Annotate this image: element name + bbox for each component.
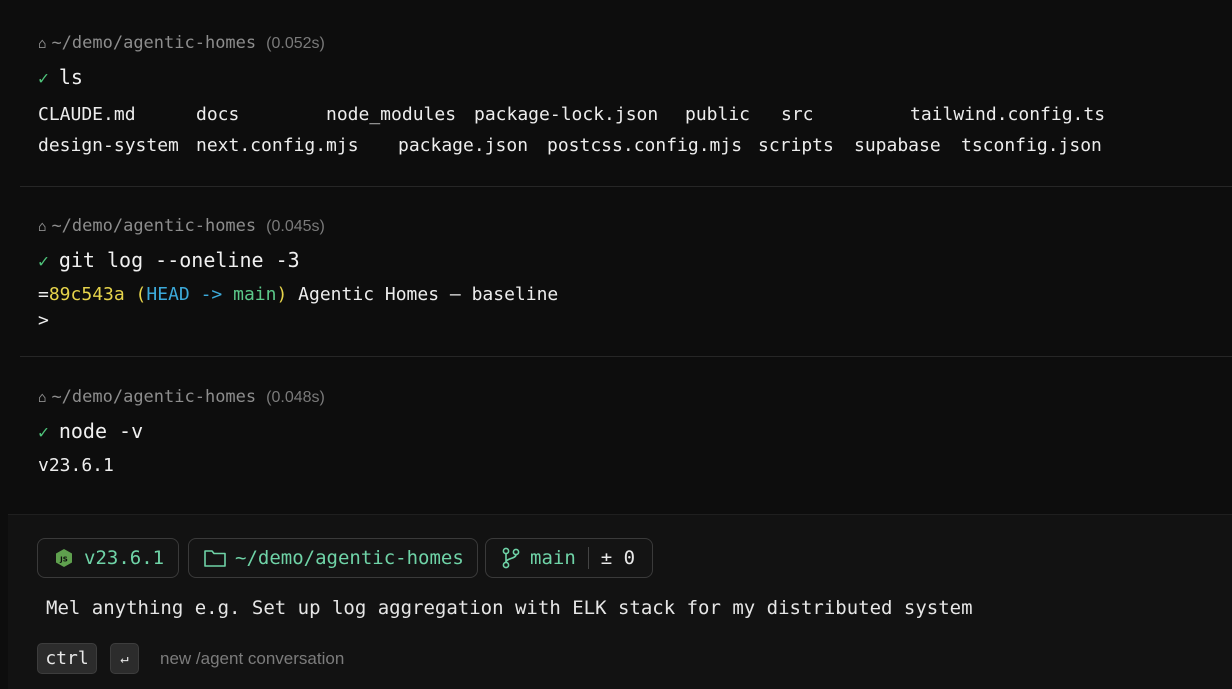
ls-entry: package-lock.json [474, 104, 659, 125]
command-line: ✓ git log --oneline -3 [38, 248, 300, 272]
command-text: node -v [58, 419, 144, 443]
command-duration: (0.048s) [266, 389, 325, 406]
branch-name: main [530, 547, 576, 569]
prompt-line: ⌂ ~/demo/agentic-homes (0.048s) [38, 387, 325, 407]
folder-icon [204, 550, 226, 567]
check-icon: ✓ [38, 422, 49, 443]
home-icon: ⌂ [38, 36, 47, 52]
block-divider [20, 356, 1232, 357]
command-duration: (0.052s) [266, 35, 325, 52]
ctrl-key: ctrl [37, 643, 97, 674]
ls-entry: design-system [38, 135, 179, 156]
command-output: v23.6.1 [38, 455, 114, 476]
ls-entry: scripts [758, 135, 834, 156]
home-icon: ⌂ [38, 219, 47, 235]
nodejs-icon: JS [56, 549, 72, 567]
ls-entry: tsconfig.json [961, 135, 1102, 156]
git-log-line: =89c543a (HEAD -> main) Agentic Homes — … [38, 284, 558, 305]
ref-arrow: -> [200, 284, 223, 305]
ls-entry: node_modules [326, 104, 457, 125]
command-text: ls [58, 65, 83, 89]
ls-entry: CLAUDE.md [38, 104, 136, 125]
home-icon: ⌂ [38, 390, 47, 406]
shortcut-hint: new /agent conversation [160, 649, 345, 668]
node-version-chip[interactable]: JS v23.6.1 [37, 538, 179, 578]
command-line: ✓ node -v [38, 419, 143, 443]
ls-entry: next.config.mjs [196, 135, 359, 156]
check-icon: ✓ [38, 68, 49, 89]
diff-count: ± 0 [600, 547, 636, 569]
branch-ref: main [233, 284, 277, 305]
git-branch-chip[interactable]: main ± 0 [485, 538, 653, 578]
git-prefix: = [38, 284, 49, 305]
agent-input[interactable]: Mel anything e.g. Set up log aggregation… [46, 597, 973, 619]
ls-entry: src [781, 104, 814, 125]
chip-divider [587, 547, 589, 569]
command-line: ✓ ls [38, 65, 83, 89]
prompt-path: ~/demo/agentic-homes [51, 387, 257, 407]
ls-entry: tailwind.config.ts [910, 104, 1106, 125]
commit-message: Agentic Homes — baseline [298, 284, 559, 305]
command-text: git log --oneline -3 [58, 248, 300, 272]
prompt-line: ⌂ ~/demo/agentic-homes (0.052s) [38, 33, 325, 53]
ls-entry: postcss.config.mjs [547, 135, 743, 156]
head-ref: HEAD [146, 284, 190, 305]
cwd-path: ~/demo/agentic-homes [235, 547, 464, 569]
ls-entry: docs [196, 104, 240, 125]
prompt-line: ⌂ ~/demo/agentic-homes (0.045s) [38, 216, 325, 236]
prompt-path: ~/demo/agentic-homes [51, 33, 257, 53]
svg-text:JS: JS [59, 556, 68, 564]
node-version: v23.6.1 [84, 547, 165, 569]
ls-entry: package.json [398, 135, 529, 156]
cwd-chip[interactable]: ~/demo/agentic-homes [188, 538, 478, 578]
enter-key-icon: ↵ [110, 643, 139, 674]
pager-prompt: > [38, 310, 49, 331]
ls-entry: supabase [854, 135, 941, 156]
block-divider [20, 186, 1232, 187]
ls-entry: public [685, 104, 751, 125]
command-duration: (0.045s) [266, 218, 325, 235]
git-branch-icon [502, 547, 520, 569]
ref-close: ) [276, 284, 288, 305]
prompt-path: ~/demo/agentic-homes [51, 216, 257, 236]
check-icon: ✓ [38, 251, 49, 272]
ref-open: ( [135, 284, 147, 305]
commit-hash: 89c543a [48, 284, 125, 305]
